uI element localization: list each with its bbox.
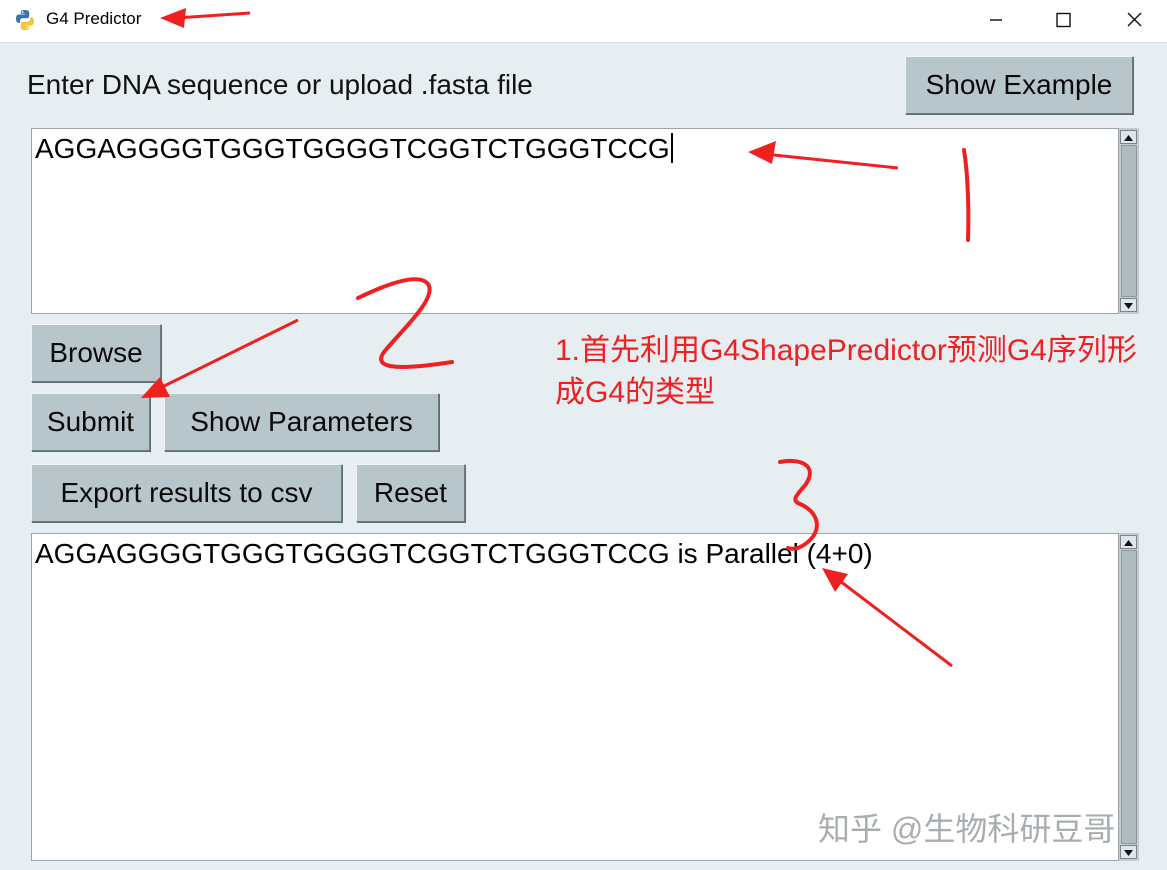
scroll-thumb[interactable]: [1121, 145, 1137, 297]
scroll-up-button[interactable]: [1120, 130, 1137, 144]
show-example-button[interactable]: Show Example: [905, 56, 1133, 114]
text-cursor: [670, 133, 673, 163]
minimize-icon: [990, 19, 1002, 21]
submit-button[interactable]: Submit: [31, 393, 150, 451]
export-csv-button[interactable]: Export results to csv: [31, 464, 342, 522]
results-output-scrollbar[interactable]: [1118, 533, 1139, 861]
result-text: AGGAGGGGTGGGTGGGGTCGGTCTGGGTCCG is Paral…: [35, 538, 873, 569]
scroll-up-icon: [1124, 540, 1133, 546]
window-title: G4 Predictor: [46, 9, 142, 28]
scroll-down-icon: [1124, 850, 1133, 856]
scroll-down-button[interactable]: [1120, 845, 1137, 859]
sequence-input-scrollbar[interactable]: [1118, 128, 1139, 314]
scroll-down-icon: [1124, 303, 1133, 309]
minimize-button[interactable]: [964, 0, 1028, 42]
watermark-text: 知乎 @生物科研豆哥: [818, 811, 1116, 847]
annotation-note: 1.首先利用G4ShapePredictor预测G4序列形成G4的类型: [555, 334, 1137, 409]
close-icon: [1127, 12, 1142, 27]
python-icon: [16, 10, 34, 30]
maximize-icon: [1056, 12, 1071, 28]
scroll-thumb[interactable]: [1121, 550, 1137, 844]
scroll-up-button[interactable]: [1120, 535, 1137, 549]
input-instruction-label: Enter DNA sequence or upload .fasta file: [27, 69, 533, 100]
browse-button[interactable]: Browse: [31, 324, 161, 382]
title-bar: G4 Predictor: [0, 0, 1167, 43]
sequence-input-value: AGGAGGGGTGGGTGGGGTCGGTCTGGGTCCG: [35, 133, 673, 165]
reset-button[interactable]: Reset: [356, 464, 465, 522]
scroll-down-button[interactable]: [1120, 298, 1137, 312]
close-button[interactable]: [1103, 0, 1167, 42]
show-parameters-button[interactable]: Show Parameters: [164, 393, 439, 451]
sequence-input-textarea[interactable]: AGGAGGGGTGGGTGGGGTCGGTCTGGGTCCG: [31, 128, 1118, 314]
maximize-button[interactable]: [1032, 0, 1096, 42]
scroll-up-icon: [1124, 135, 1133, 141]
